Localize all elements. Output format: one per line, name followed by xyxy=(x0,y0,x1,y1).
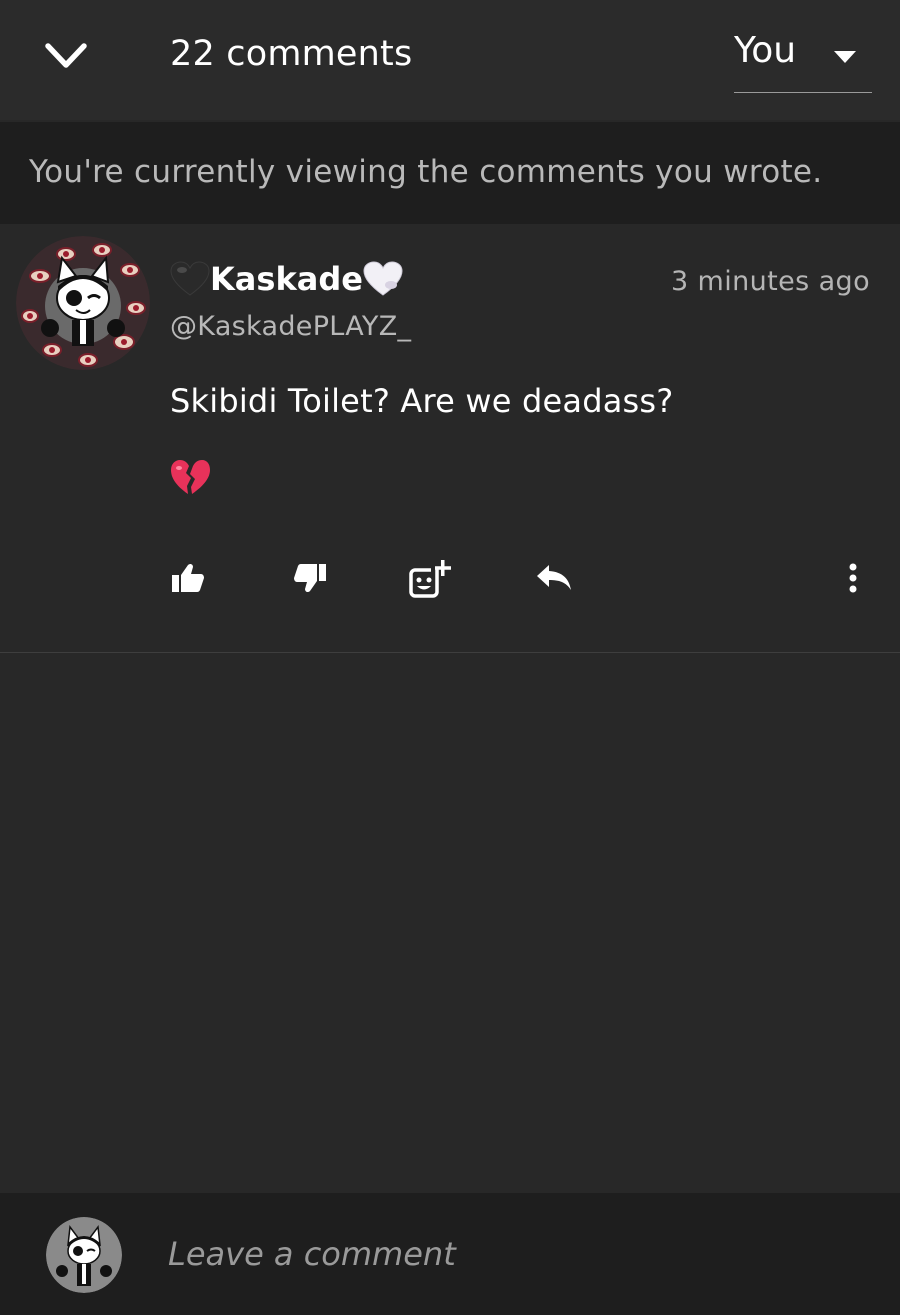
caret-down-icon xyxy=(834,51,856,63)
dislike-button[interactable] xyxy=(286,554,334,602)
banner-text: You're currently viewing the comments yo… xyxy=(29,154,823,190)
comment-body: Skibidi Toilet? Are we deadass? xyxy=(170,382,674,420)
like-button[interactable] xyxy=(164,554,212,602)
comment-filter-dropdown[interactable]: You xyxy=(734,28,872,93)
comment-count: 22 comments xyxy=(170,34,413,74)
author-handle[interactable]: @KaskadePLAYZ_ xyxy=(170,311,411,342)
comment-timestamp: 3 minutes ago xyxy=(670,266,870,297)
more-icon xyxy=(849,563,857,593)
chevron-down-icon xyxy=(45,43,87,68)
avatar-image xyxy=(16,236,150,370)
filter-selected-value: You xyxy=(734,30,797,71)
current-user-avatar xyxy=(46,1217,122,1293)
comment-input[interactable] xyxy=(168,1229,868,1279)
current-user-avatar-image xyxy=(46,1217,122,1293)
white-heart-icon xyxy=(363,261,403,296)
more-options-button[interactable] xyxy=(829,554,877,602)
add-reaction-button[interactable] xyxy=(406,554,454,602)
own-comments-banner: You're currently viewing the comments yo… xyxy=(0,122,900,224)
reply-button[interactable] xyxy=(530,554,578,602)
avatar[interactable] xyxy=(16,236,150,370)
comments-screen: 22 comments You You're currently viewing… xyxy=(0,0,900,1315)
add-emoji-icon xyxy=(409,560,451,598)
collapse-button[interactable] xyxy=(36,30,96,82)
broken-heart-icon xyxy=(171,460,210,494)
comments-header: 22 comments You xyxy=(0,0,900,120)
like-icon xyxy=(172,563,204,592)
reply-icon xyxy=(537,565,571,590)
dislike-icon xyxy=(294,564,326,593)
author-name: Kaskade xyxy=(210,260,363,298)
comment-item: Kaskade 3 minutes ago @KaskadePLAYZ_ Ski… xyxy=(0,224,900,653)
comment-author[interactable]: Kaskade xyxy=(170,260,403,298)
black-heart-icon xyxy=(170,261,210,296)
comment-composer xyxy=(0,1193,900,1315)
